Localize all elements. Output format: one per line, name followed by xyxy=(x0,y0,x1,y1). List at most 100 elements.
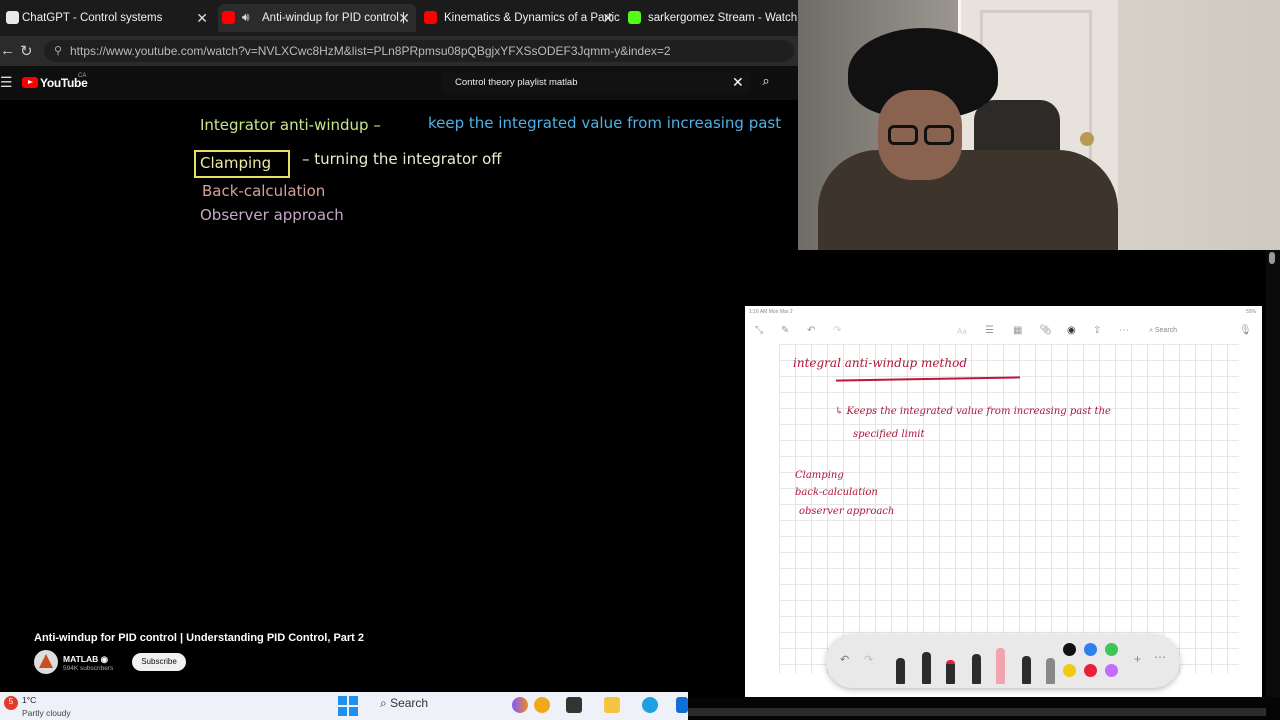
note-line-2: specified limit xyxy=(853,429,925,440)
tab-title: Anti-windup for PID control | xyxy=(262,12,405,24)
fineliner-tool[interactable] xyxy=(922,652,931,684)
whiteboard-line-1a: Integrator anti-windup – xyxy=(200,116,381,134)
app-icon[interactable] xyxy=(534,697,550,713)
whiteboard-line-1b: keep the integrated value from increasin… xyxy=(428,114,782,132)
back-icon[interactable]: ← xyxy=(0,42,15,59)
tab-anti-windup[interactable]: 🔊︎ Anti-windup for PID control | ✕ xyxy=(218,4,416,32)
note-list-item: observer approach xyxy=(799,506,895,517)
weather-temperature[interactable]: 1°C xyxy=(22,695,36,705)
video-title: Anti-windup for PID control | Understand… xyxy=(34,632,365,644)
webcam-door-knob xyxy=(1080,132,1094,146)
whiteboard-line-2a: Clamping xyxy=(200,154,272,172)
channel-avatar[interactable] xyxy=(34,650,58,674)
color-blue-swatch[interactable] xyxy=(1084,643,1097,656)
kick-icon xyxy=(628,11,641,24)
note-heading: integral anti-windup method xyxy=(793,356,967,370)
youtube-icon xyxy=(424,11,437,24)
windows-start-icon[interactable] xyxy=(338,696,358,716)
menu-icon[interactable]: ☰ xyxy=(0,74,13,91)
tab-title: Kinematics & Dynamics of a Partic xyxy=(444,12,620,24)
redo-stroke-icon[interactable]: ↷ xyxy=(864,653,873,666)
file-explorer-icon[interactable] xyxy=(604,697,620,713)
youtube-icon xyxy=(222,11,235,24)
youtube-header: ☰ YouTube CA Control theory playlist mat… xyxy=(0,66,800,100)
taskbar-search[interactable]: ⌕ Search xyxy=(380,696,428,711)
color-red-swatch[interactable] xyxy=(1084,664,1097,677)
notes-search-label: Search xyxy=(1154,327,1178,334)
country-code: CA xyxy=(78,73,87,79)
address-bar: ← ↻ ⚲ https://www.youtube.com/watch?v=NV… xyxy=(0,36,800,66)
more-icon[interactable]: ⋯ xyxy=(1119,325,1129,336)
speaker-icon[interactable]: 🔊︎ xyxy=(242,10,250,25)
undo-icon[interactable]: ↶ xyxy=(807,325,815,336)
widgets-icon[interactable] xyxy=(512,697,528,713)
close-tab-icon[interactable]: ✕ xyxy=(196,10,208,27)
note-line-1: ↳ Keeps the integrated value from increa… xyxy=(835,406,1111,417)
attachment-icon[interactable]: 📎︎ xyxy=(1039,325,1052,336)
search-input[interactable]: Control theory playlist matlab xyxy=(442,73,750,93)
channel-name[interactable]: MATLAB ◉ xyxy=(63,654,108,665)
horizontal-scrollbar[interactable] xyxy=(688,708,1266,716)
tab-bar: ChatGPT - Control systems ✕ 🔊︎ Anti-wind… xyxy=(0,0,800,36)
weather-condition[interactable]: Partly cloudy xyxy=(22,708,71,718)
tab-kick-stream[interactable]: sarkergomez Stream - Watch Live xyxy=(624,4,800,32)
subscriber-count: 594K subscribers xyxy=(63,665,114,672)
url-field[interactable]: ⚲ https://www.youtube.com/watch?v=NVLXCw… xyxy=(44,40,794,62)
terminal-icon[interactable] xyxy=(566,697,582,713)
whiteboard-line-2b: – turning the integrator off xyxy=(302,150,502,168)
color-yellow-swatch[interactable] xyxy=(1063,664,1076,677)
taskbar-search-label: Search xyxy=(390,696,429,710)
ruler-tool[interactable] xyxy=(1046,658,1055,684)
share-icon[interactable]: ⇪ xyxy=(1093,325,1101,336)
webcam-glasses xyxy=(888,125,918,145)
table-icon[interactable]: ▦ xyxy=(1013,325,1022,336)
subscribe-button[interactable]: Subscribe xyxy=(132,653,186,671)
collapse-icon[interactable]: ⤡ xyxy=(755,325,763,336)
tab-title: sarkergomez Stream - Watch Live xyxy=(648,12,800,24)
tab-kinematics[interactable]: Kinematics & Dynamics of a Partic ✕ xyxy=(420,4,620,32)
scrollbar-thumb[interactable] xyxy=(1269,252,1275,264)
webcam-feed xyxy=(798,0,1280,250)
pencil-tool[interactable] xyxy=(972,654,981,684)
whiteboard-line-4: Observer approach xyxy=(200,206,344,224)
tablet-status-time: 1:16 AM Mon Mar 2 xyxy=(749,309,793,315)
tab-title: ChatGPT - Control systems xyxy=(22,12,163,24)
close-tab-icon[interactable]: ✕ xyxy=(398,10,410,27)
site-info-icon[interactable]: ⚲ xyxy=(54,44,62,57)
undo-stroke-icon[interactable]: ↶ xyxy=(840,653,849,666)
chatgpt-icon xyxy=(6,11,19,24)
scrollbar-track[interactable] xyxy=(1266,250,1280,720)
redo-icon[interactable]: ↷ xyxy=(833,325,841,336)
close-tab-icon[interactable]: ✕ xyxy=(602,10,614,27)
text-size-button[interactable]: Aa xyxy=(957,327,967,336)
add-tool-icon[interactable]: + xyxy=(1134,652,1141,666)
eraser-tool[interactable] xyxy=(996,648,1005,684)
weather-badge[interactable]: 5 xyxy=(4,696,18,710)
url-text: https://www.youtube.com/watch?v=NVLXCwc8… xyxy=(70,44,671,58)
color-black-swatch[interactable] xyxy=(1063,643,1076,656)
color-picker-swatch[interactable] xyxy=(1105,664,1118,677)
video-player[interactable]: Integrator anti-windup – keep the integr… xyxy=(0,100,798,630)
pen-tool[interactable] xyxy=(896,658,905,684)
tablet-battery: 55% xyxy=(1245,309,1256,315)
microphone-icon[interactable]: 🎙︎ xyxy=(1239,325,1252,336)
note-list-item: back-calculation xyxy=(795,487,878,498)
notes-search-field[interactable]: ⌕ Search xyxy=(1149,327,1177,335)
tab-chatgpt[interactable]: ChatGPT - Control systems ✕ xyxy=(2,4,214,32)
youtube-logo-icon[interactable] xyxy=(22,77,38,88)
pen-toolbar: ↶ ↷ + ⋯ xyxy=(826,634,1180,688)
webcam-person-body xyxy=(818,150,1118,250)
edit-icon[interactable]: ✎ xyxy=(781,325,789,336)
note-list-item: Clamping xyxy=(795,470,844,481)
pen-toolbar-more-icon[interactable]: ⋯ xyxy=(1154,650,1166,664)
checklist-icon[interactable]: ☰ xyxy=(985,325,994,336)
clear-search-icon[interactable]: ✕ xyxy=(732,74,744,91)
edge-icon[interactable] xyxy=(642,697,658,713)
reload-icon[interactable]: ↻ xyxy=(20,42,33,60)
color-green-swatch[interactable] xyxy=(1105,643,1118,656)
marker-tool[interactable] xyxy=(946,660,955,684)
store-icon[interactable] xyxy=(676,697,688,713)
markup-icon[interactable]: ◉ xyxy=(1067,325,1076,336)
lasso-tool[interactable] xyxy=(1022,656,1031,684)
search-button[interactable]: ⌕ xyxy=(752,73,780,93)
